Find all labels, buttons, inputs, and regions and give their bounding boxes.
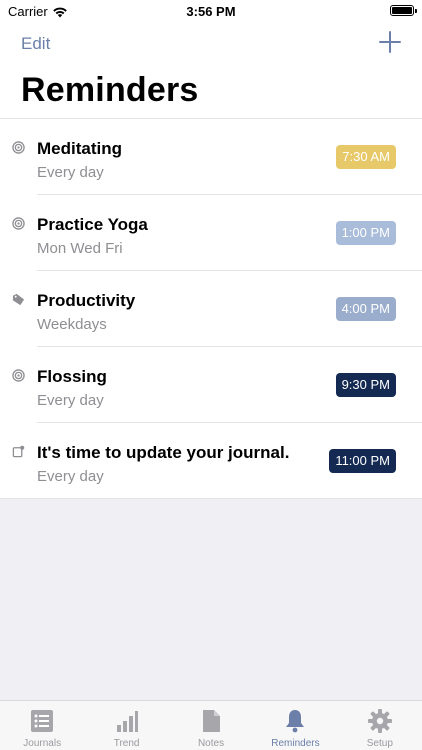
tab-trend[interactable]: Trend [84,701,168,750]
time-badge[interactable]: 11:00 PM [329,449,396,473]
reminder-schedule: Every day [37,392,104,409]
reminder-schedule: Every day [37,164,104,181]
bell-icon [286,710,305,733]
reminder-title: Practice Yoga [37,215,148,234]
gear-icon [367,709,392,733]
journals-list-icon [31,710,54,732]
tab-label: Notes [197,738,225,749]
reminder-schedule: Every day [37,468,104,485]
reminder-schedule: Weekdays [37,316,107,333]
tab-reminders[interactable]: Reminders [253,701,337,750]
time-badge[interactable]: 4:00 PM [335,297,396,321]
tab-label: Journals [23,738,62,749]
tab-label: Trend [113,738,140,749]
tab-notes[interactable]: Notes [169,701,253,750]
journal-note-icon [12,445,25,458]
tab-label: Setup [366,738,393,749]
tab-label: Reminders [271,738,320,749]
tag-icon [12,293,25,306]
document-icon [203,710,221,732]
status-bar: Carrier 3:56 PM [0,0,422,22]
time-badge[interactable]: 1:00 PM [335,221,396,245]
target-icon [12,369,25,382]
nav-bar: Edit [0,22,422,66]
header: Carrier 3:56 PM Edit Reminders [0,0,422,118]
reminder-row[interactable]: Practice Yoga Mon Wed Fri 1:00 PM [0,195,422,271]
reminder-row[interactable]: It's time to update your journal. Every … [0,423,422,499]
time-badge[interactable]: 9:30 PM [335,373,396,397]
tab-setup[interactable]: Setup [338,701,422,750]
target-icon [12,141,25,154]
bar-chart-icon [116,711,138,732]
reminder-title: Flossing [37,367,107,386]
target-icon [12,217,25,230]
reminder-title: Productivity [37,291,136,310]
tab-journals[interactable]: Journals [0,701,84,750]
battery-icon [390,5,417,16]
time-badge[interactable]: 7:30 AM [336,145,396,169]
reminder-schedule: Mon Wed Fri [37,240,123,257]
page-title: Reminders [21,71,199,109]
reminder-row[interactable]: Meditating Every day 7:30 AM [0,119,422,195]
reminder-title: It's time to update your journal. [37,443,290,462]
edit-button[interactable]: Edit [21,34,50,54]
tab-bar: Journals Trend Notes Reminders Setup [0,700,422,750]
status-time: 3:56 PM [186,4,236,19]
reminder-list: Meditating Every day 7:30 AM Practice Yo… [0,118,422,499]
plus-icon[interactable] [378,30,402,54]
reminder-row[interactable]: Flossing Every day 9:30 PM [0,347,422,423]
reminder-title: Meditating [37,139,122,158]
reminder-row[interactable]: Productivity Weekdays 4:00 PM [0,271,422,347]
row-divider [0,498,422,499]
